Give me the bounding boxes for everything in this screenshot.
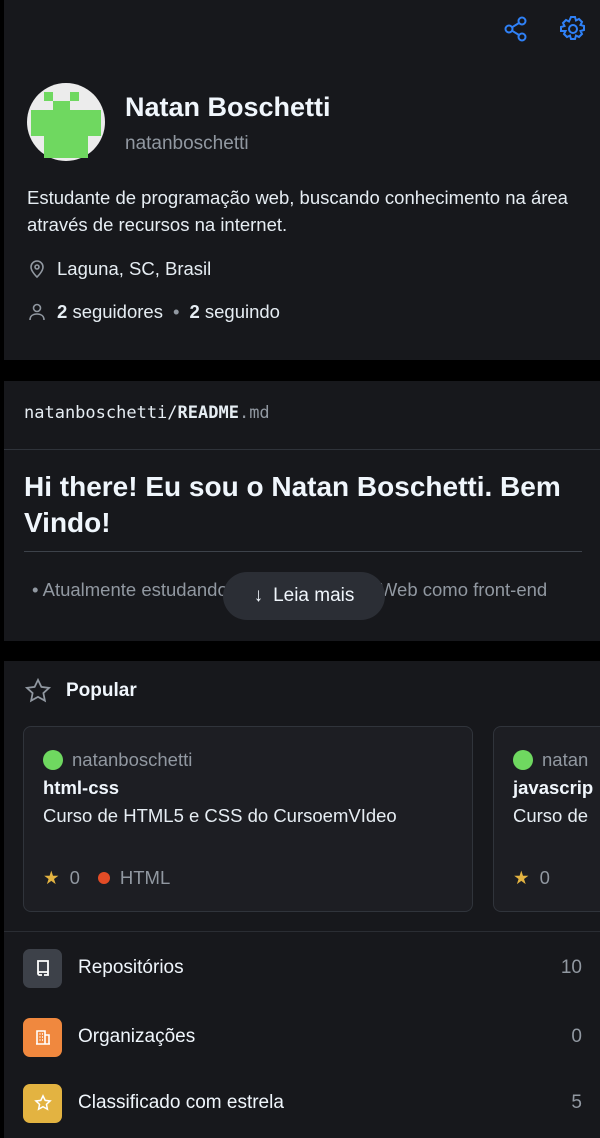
profile-login: natanboschetti (125, 133, 249, 154)
location-row: Laguna, SC, Brasil (27, 258, 211, 280)
repo-icon (23, 948, 62, 988)
repo-description: Curso de HTML5 e CSS do CursoemVIdeo (43, 805, 397, 826)
following-count: 2 (189, 301, 200, 322)
popular-section: Popular natanboschetti html-css Curso de… (4, 661, 600, 1138)
menu-count: 0 (571, 1026, 582, 1047)
followers-label: seguidores (72, 301, 163, 322)
star-icon (23, 1083, 62, 1123)
menu-item-organizations[interactable]: Organizações 0 (23, 1017, 582, 1057)
divider (24, 551, 582, 552)
star-count: 0 (539, 867, 550, 888)
repo-description: Curso de (513, 805, 589, 826)
share-icon[interactable] (501, 14, 531, 44)
readme-heading: Hi there! Eu sou o Natan Boschetti. Bem … (24, 471, 561, 538)
readme-section: natanboschetti/README.md Hi there! Eu so… (4, 381, 600, 641)
repo-owner: natan (542, 749, 589, 770)
readme-user: natanboschetti/ (24, 403, 178, 423)
avatar[interactable] (27, 83, 105, 161)
separator-dot: • (172, 301, 180, 322)
followers-count: 2 (57, 301, 68, 322)
profile-name: Natan Boschetti (125, 92, 331, 122)
star-outline-icon (24, 677, 52, 703)
arrow-down-icon: ↓ (253, 585, 264, 606)
repo-card[interactable]: natanboschetti html-css Curso de HTML5 e… (23, 726, 473, 912)
profile-bio: Estudante de programação web, buscando c… (27, 187, 568, 235)
menu-label: Classificado com estrela (78, 1092, 284, 1113)
menu-count: 10 (560, 957, 582, 978)
star-icon: ★ (513, 867, 530, 888)
menu-count: 5 (571, 1092, 582, 1113)
language-color-dot (97, 872, 110, 884)
menu-label: Organizações (78, 1026, 196, 1047)
profile-header: Natan Boschetti natanboschetti Estudante… (4, 0, 600, 360)
repo-owner: natanboschetti (72, 749, 193, 770)
gear-icon[interactable] (558, 14, 588, 44)
popular-header: Popular (24, 677, 137, 705)
person-icon (29, 303, 45, 321)
owner-avatar (513, 750, 533, 770)
repo-name: javascrip (513, 777, 594, 798)
menu-label: Repositórios (78, 957, 184, 978)
organization-icon (23, 1017, 62, 1057)
repo-name: html-css (43, 777, 120, 798)
read-more-button[interactable]: ↓ Leia mais (223, 572, 385, 620)
profile-menu: Repositórios 10 Organizações 0 Classificad… (4, 931, 600, 1123)
readme-file: README (177, 403, 239, 423)
followers-row[interactable]: 2 seguidores • 2 seguindo (27, 301, 280, 323)
popular-title: Popular (66, 680, 137, 701)
repo-language: HTML (119, 867, 171, 888)
location-icon (30, 260, 44, 279)
following-label: seguindo (204, 301, 280, 322)
read-more-label: Leia mais (273, 585, 355, 606)
menu-item-starred[interactable]: Classificado com estrela 5 (23, 1083, 582, 1123)
readme-ext: .md (238, 403, 270, 423)
star-count: 0 (69, 867, 80, 888)
readme-path[interactable]: natanboschetti/README.md (24, 403, 270, 423)
divider (4, 449, 600, 450)
repo-card[interactable]: natan javascrip Curso de ★ 0 (493, 726, 600, 912)
location: Laguna, SC, Brasil (57, 258, 212, 279)
menu-item-repositories[interactable]: Repositórios 10 (23, 948, 582, 988)
owner-avatar (43, 750, 63, 770)
star-icon: ★ (43, 867, 60, 888)
